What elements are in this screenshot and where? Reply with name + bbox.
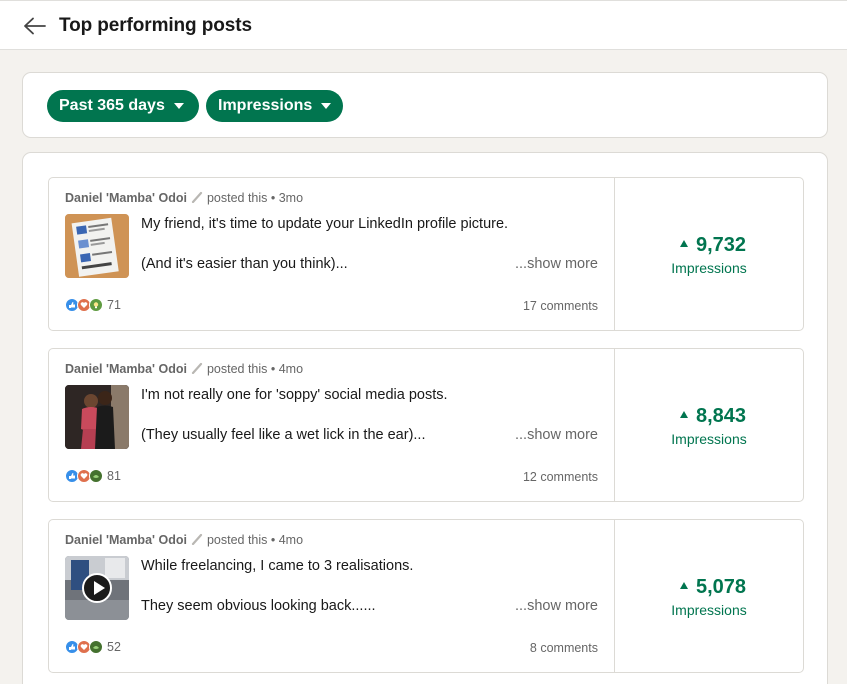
date-range-filter-button[interactable]: Past 365 days [47,90,199,122]
post-age: 4mo [278,533,304,547]
insightful-icon [89,298,103,312]
show-more-link[interactable]: ...show more [515,256,598,272]
comments-count[interactable]: 12 comments [523,470,598,484]
comments-count[interactable]: 8 comments [530,641,598,655]
filter-bar: Past 365 days Impressions [22,72,828,138]
post-card[interactable]: Daniel 'Mamba' Odoi posted this • 3mo My… [48,177,804,331]
metric-label: Impressions [671,431,747,447]
post-text-line-2: They seem obvious looking back...... [141,598,376,614]
posts-list: Daniel 'Mamba' Odoi posted this • 3mo My… [22,152,828,684]
post-content: Daniel 'Mamba' Odoi posted this • 4mo Whi… [49,520,615,672]
metric-value-row: 9,732 [615,234,803,257]
metric-value-row: 5,078 [615,576,803,599]
post-text-line-1: My friend, it's time to update your Link… [141,216,509,232]
reactions-summary[interactable]: 71 [65,298,121,312]
post-content: Daniel 'Mamba' Odoi posted this • 4mo I'm… [49,349,615,501]
caret-down-icon [321,103,332,109]
trend-up-icon [679,240,688,247]
support-icon [89,469,103,483]
metric-value: 5,078 [695,576,747,598]
post-age: 3mo [278,191,304,205]
post-age: 4mo [278,362,304,376]
pen-icon [191,362,203,375]
back-arrow-icon[interactable] [22,15,48,37]
metric-filter-button[interactable]: Impressions [206,90,343,122]
metric-label: Impressions [671,602,747,618]
post-metric: 8,843 Impressions [615,349,803,501]
photo-thumbnail[interactable] [65,385,129,449]
post-byline: Daniel 'Mamba' Odoi posted this • 4mo [65,362,304,376]
header-bar: Top performing posts [0,0,847,50]
author-name[interactable]: Daniel 'Mamba' Odoi [65,362,187,376]
show-more-link[interactable]: ...show more [515,598,598,614]
play-icon [94,581,105,595]
pen-icon [191,191,203,204]
post-byline: Daniel 'Mamba' Odoi posted this • 3mo [65,191,304,205]
post-text-line-1: I'm not really one for 'soppy' social me… [141,387,448,403]
metric-label: Impressions [671,260,747,276]
post-byline: Daniel 'Mamba' Odoi posted this • 4mo [65,533,304,547]
pen-icon [191,533,203,546]
video-thumbnail[interactable] [65,556,129,620]
post-metric: 5,078 Impressions [615,520,803,672]
post-content: Daniel 'Mamba' Odoi posted this • 3mo My… [49,178,615,330]
trend-up-icon [679,411,688,418]
document-thumbnail[interactable] [65,214,129,278]
reaction-count: 52 [107,640,121,654]
author-name[interactable]: Daniel 'Mamba' Odoi [65,533,187,547]
trend-up-icon [679,582,688,589]
metric-value-row: 8,843 [615,405,803,428]
reaction-count: 71 [107,298,121,312]
post-text-line-2: (And it's easier than you think)... [141,256,348,272]
post-action: posted this [206,362,268,376]
post-metric: 9,732 Impressions [615,178,803,330]
reactions-summary[interactable]: 81 [65,469,121,483]
metric-filter-label: Impressions [218,97,313,114]
post-text-line-1: While freelancing, I came to 3 realisati… [141,558,414,574]
reaction-count: 81 [107,469,121,483]
date-range-label: Past 365 days [59,97,165,114]
show-more-link[interactable]: ...show more [515,427,598,443]
support-icon [89,640,103,654]
reactions-summary[interactable]: 52 [65,640,121,654]
post-action: posted this [206,533,268,547]
post-action: posted this [206,191,268,205]
caret-down-icon [173,103,184,109]
metric-value: 8,843 [695,405,747,427]
page-title: Top performing posts [59,15,252,36]
post-card[interactable]: Daniel 'Mamba' Odoi posted this • 4mo Whi… [48,519,804,673]
metric-value: 9,732 [695,234,747,256]
comments-count[interactable]: 17 comments [523,299,598,313]
author-name[interactable]: Daniel 'Mamba' Odoi [65,191,187,205]
post-card[interactable]: Daniel 'Mamba' Odoi posted this • 4mo I'm… [48,348,804,502]
post-text-line-2: (They usually feel like a wet lick in th… [141,427,426,443]
